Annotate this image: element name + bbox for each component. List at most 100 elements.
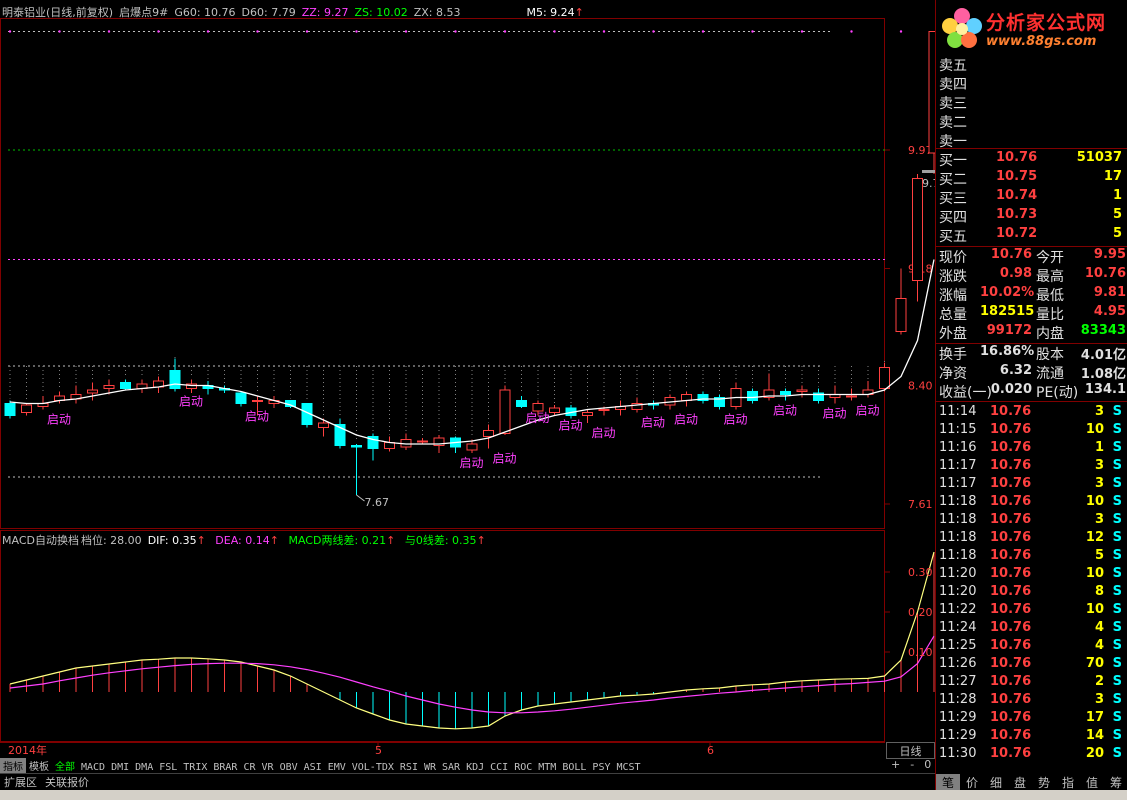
sell-level-row[interactable]: 卖四 [938, 74, 1124, 93]
tab-kdj[interactable]: KDJ [463, 762, 487, 773]
indicator-name: 启爆点9# [119, 6, 169, 19]
top-marker [305, 30, 309, 33]
tab-trix[interactable]: TRIX [180, 762, 210, 773]
zoom-reset-button[interactable]: 0 [924, 758, 931, 771]
tab-wr[interactable]: WR [421, 762, 439, 773]
buy-level-row[interactable]: 买四 10.73 5 [938, 207, 1124, 226]
linked-quote-button[interactable]: 关联报价 [45, 776, 89, 789]
tab-asi[interactable]: ASI [301, 762, 325, 773]
buy-level-row[interactable]: 买五 10.72 5 [938, 226, 1124, 245]
tick-side: S [1112, 422, 1122, 437]
tick-price: 10.76 [990, 530, 1032, 545]
buy-level-row[interactable]: 买二 10.75 17 [938, 169, 1124, 188]
top-marker [206, 30, 210, 33]
right-tab[interactable]: 价 [960, 774, 984, 791]
tick-row: 11:15 10.76 10 S [938, 422, 1126, 440]
tab-fsl[interactable]: FSL [156, 762, 180, 773]
tab-indicator[interactable]: 指标 [0, 758, 26, 773]
site-logo: 分析家公式网 www.88gs.com [936, 0, 1127, 55]
top-marker [602, 30, 606, 33]
tick-price: 10.76 [990, 746, 1032, 761]
extension-area-button[interactable]: 扩展区 [4, 776, 37, 789]
top-marker [256, 30, 259, 33]
sell-level-row[interactable]: 卖三 [938, 93, 1124, 112]
tab-mcst[interactable]: MCST [613, 762, 643, 773]
top-marker [157, 30, 160, 33]
tick-volume: 10 [1085, 494, 1104, 509]
tick-price: 10.76 [990, 584, 1032, 599]
tab-obv[interactable]: OBV [277, 762, 301, 773]
macd-diff: MACD两线差: 0.21 [288, 534, 387, 547]
tick-volume: 4 [1094, 638, 1104, 653]
tick-price: 10.76 [990, 638, 1032, 653]
tick-time: 11:15 [939, 422, 977, 437]
signal-label: 启动 [47, 413, 71, 427]
signal-label: 启动 [179, 395, 203, 409]
tab-cci[interactable]: CCI [487, 762, 511, 773]
tab-macd[interactable]: MACD [78, 762, 108, 773]
top-marker [404, 30, 408, 33]
candle-body [879, 367, 890, 389]
tick-price: 10.76 [990, 512, 1032, 527]
tab-all[interactable]: 全部 [52, 758, 78, 773]
top-marker [850, 30, 853, 33]
sell-level-row[interactable]: 卖五 [938, 55, 1124, 74]
right-tab[interactable]: 笔 [936, 774, 960, 791]
candle-body [169, 370, 181, 389]
tab-cr[interactable]: CR [240, 762, 258, 773]
tick-time: 11:18 [939, 494, 977, 509]
signal-label: 启动 [773, 404, 797, 418]
tab-vol-tdx[interactable]: VOL-TDX [349, 762, 397, 773]
candle-body [483, 430, 494, 437]
tab-brar[interactable]: BRAR [210, 762, 240, 773]
signal-label: 启动 [823, 407, 847, 421]
buy-level-row[interactable]: 买三 10.74 1 [938, 188, 1124, 207]
tick-volume: 12 [1085, 530, 1104, 545]
period-button[interactable]: 日线 [886, 742, 935, 759]
chart-canvas[interactable]: 9.979.188.407.61启动启动启动启动启动启动启动启动启动启动启动启动… [0, 0, 935, 772]
right-tab[interactable]: 指 [1056, 774, 1080, 791]
buy-level-row[interactable]: 买一 10.76 51037 [938, 150, 1124, 169]
tab-roc[interactable]: ROC [511, 762, 535, 773]
buy-level-label: 买一 [939, 153, 967, 169]
zoom-in-button[interactable]: + [891, 758, 900, 771]
tick-volume: 8 [1094, 584, 1104, 599]
candle-body [466, 443, 478, 451]
tick-time: 11:16 [939, 440, 977, 455]
tick-time: 11:25 [939, 638, 977, 653]
tab-dma[interactable]: DMA [132, 762, 156, 773]
tick-time: 11:18 [939, 512, 977, 527]
zoom-out-button[interactable]: - [910, 758, 914, 771]
top-marker [800, 30, 804, 33]
tab-boll[interactable]: BOLL [559, 762, 589, 773]
tab-psy[interactable]: PSY [589, 762, 613, 773]
right-tab[interactable]: 细 [984, 774, 1008, 791]
tab-mtm[interactable]: MTM [535, 762, 559, 773]
tick-volume: 1 [1094, 440, 1104, 455]
right-tab[interactable]: 筹 [1104, 774, 1127, 791]
kline-chart-panel[interactable]: 9.979.188.407.61启动启动启动启动启动启动启动启动启动启动启动启动… [0, 0, 935, 790]
price-axis-label: 7.61 [908, 498, 933, 511]
quote-value: 6.32 [999, 363, 1032, 378]
right-tab[interactable]: 值 [1080, 774, 1104, 791]
tab-rsi[interactable]: RSI [397, 762, 421, 773]
quote-value: 1.08亿 [1080, 367, 1126, 382]
quote-value: 9.95 [1093, 247, 1126, 262]
tab-template[interactable]: 模板 [26, 758, 52, 773]
right-tab[interactable]: 势 [1032, 774, 1056, 791]
macd-dea: DEA: 0.14 [215, 534, 270, 547]
quote-value: 182515 [980, 304, 1035, 319]
tab-vr[interactable]: VR [259, 762, 277, 773]
tab-sar[interactable]: SAR [439, 762, 463, 773]
sell-level-row[interactable]: 卖二 [938, 112, 1124, 131]
tick-price: 10.76 [990, 566, 1032, 581]
quote-value: 0.020 [990, 382, 1032, 397]
quote-row: 总量 182515 量比 4.95 [938, 304, 1126, 323]
tab-emv[interactable]: EMV [325, 762, 349, 773]
candle-body [516, 400, 527, 407]
buy-level-label: 买三 [939, 191, 967, 207]
signal-label: 启动 [245, 410, 269, 424]
tab-dmi[interactable]: DMI [108, 762, 132, 773]
signal-label: 启动 [674, 413, 698, 427]
right-tab[interactable]: 盘 [1008, 774, 1032, 791]
